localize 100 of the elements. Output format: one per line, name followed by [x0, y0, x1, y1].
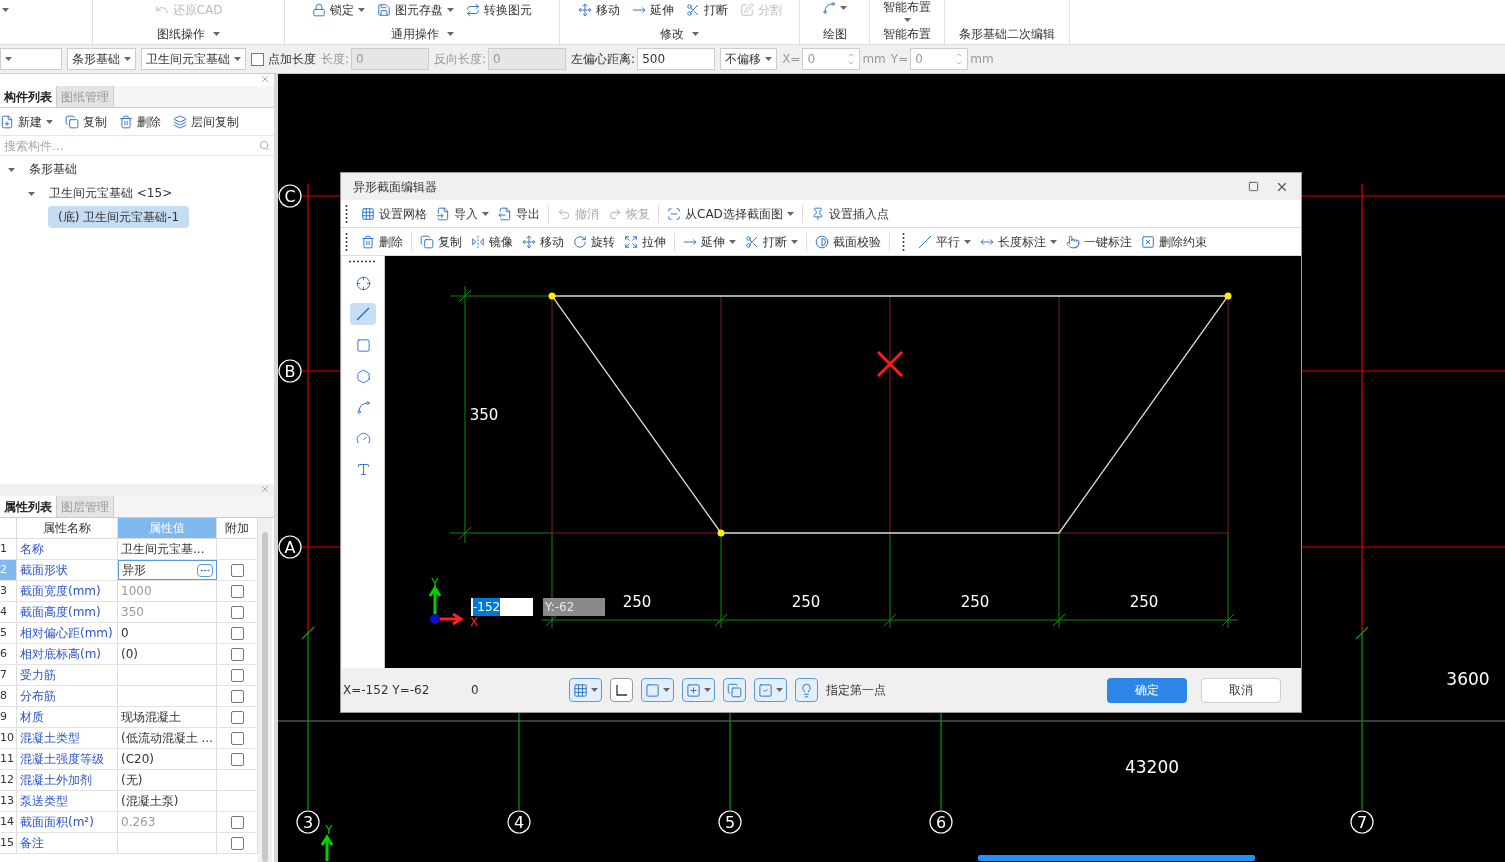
- toolbar-button[interactable]: 设置插入点: [810, 204, 889, 223]
- checkbox[interactable]: [251, 52, 264, 66]
- group-label[interactable]: 修改: [560, 25, 799, 43]
- group-label[interactable]: 条形基础二次编辑: [945, 25, 1069, 43]
- toolbar-button[interactable]: 延伸: [683, 232, 736, 251]
- ribbon-button[interactable]: 打断: [685, 1, 728, 19]
- tree-item[interactable]: 卫生间元宝基础 <15>: [39, 182, 183, 204]
- group-label[interactable]: 通用操作: [285, 25, 559, 43]
- property-value[interactable]: 异形: [118, 560, 217, 580]
- toolbar-button[interactable]: 导出: [498, 204, 540, 223]
- property-value[interactable]: 现场混凝土: [118, 707, 217, 727]
- property-value[interactable]: (无): [118, 770, 217, 790]
- toolbar-button[interactable]: 打断: [745, 232, 798, 251]
- dropdown-select[interactable]: 不偏移: [720, 48, 778, 70]
- checkbox[interactable]: [230, 689, 244, 703]
- property-value[interactable]: 0: [118, 623, 217, 643]
- dialog-button[interactable]: 取消: [1201, 677, 1281, 703]
- toolbar-button[interactable]: 拉伸: [624, 232, 666, 251]
- vertex-point[interactable]: [717, 529, 725, 537]
- panel-tab[interactable]: 属性列表: [0, 496, 57, 517]
- row-number: 14: [0, 812, 17, 832]
- expander-icon[interactable]: [8, 165, 15, 173]
- row-number: 6: [0, 644, 17, 664]
- property-value[interactable]: 卫生间元宝基...: [118, 539, 217, 559]
- checkbox[interactable]: [230, 731, 244, 745]
- ribbon-button[interactable]: 延伸: [631, 1, 674, 19]
- property-name: 混凝土外加剂: [17, 770, 118, 790]
- checkbox[interactable]: [230, 710, 244, 724]
- vertex-point[interactable]: [1224, 292, 1232, 300]
- toolbar-button[interactable]: 复制: [420, 232, 462, 251]
- expander-icon[interactable]: [28, 189, 35, 197]
- lock-icon: [312, 3, 326, 17]
- checkbox[interactable]: [230, 647, 244, 661]
- dropdown-select[interactable]: 卫生间元宝基础: [141, 48, 246, 70]
- checkbox[interactable]: [230, 668, 244, 682]
- x-coordinate-field[interactable]: -152: [471, 598, 533, 616]
- property-value[interactable]: (C20): [118, 749, 217, 769]
- toolbar-button[interactable]: 移动: [522, 232, 564, 251]
- toolbar-button[interactable]: 设置网格: [361, 204, 427, 223]
- dialog-button[interactable]: 确定: [1107, 677, 1187, 703]
- group-label[interactable]: 绘图: [800, 25, 869, 43]
- ribbon-button[interactable]: 智能布置: [883, 1, 931, 22]
- checkbox[interactable]: [230, 626, 244, 640]
- import-icon: [436, 206, 450, 221]
- toolbar-button[interactable]: 导入: [436, 204, 489, 223]
- ribbon-button[interactable]: 转换图元: [466, 1, 532, 19]
- toolbar-button[interactable]: 删除: [361, 232, 403, 251]
- input-field[interactable]: 500: [637, 48, 716, 70]
- property-value[interactable]: (0): [118, 644, 217, 664]
- checkbox[interactable]: [230, 836, 244, 850]
- toggle-button[interactable]: [795, 678, 818, 702]
- toolbar-button[interactable]: 层间复制: [173, 112, 239, 131]
- toggle-button[interactable]: [754, 678, 787, 702]
- ribbon-button[interactable]: 锁定: [312, 1, 365, 19]
- dimension-text: 250: [960, 593, 990, 611]
- toolbar-button[interactable]: 删除: [119, 112, 161, 131]
- toggle-button[interactable]: [610, 678, 633, 702]
- checkbox[interactable]: [230, 752, 244, 766]
- grip-icon[interactable]: [902, 232, 905, 251]
- property-value[interactable]: (低流动混凝土 ...: [118, 728, 217, 748]
- tree-item[interactable]: (底) 卫生间元宝基础-1: [48, 206, 190, 228]
- toggle-button[interactable]: [569, 678, 602, 702]
- grip-icon[interactable]: [345, 232, 348, 251]
- toggle-button[interactable]: [723, 678, 746, 702]
- tool-button[interactable]: [350, 303, 376, 325]
- ribbon-button[interactable]: 移动: [577, 1, 620, 19]
- scroll-thumb[interactable]: [262, 532, 268, 862]
- toggle-button[interactable]: [641, 678, 674, 702]
- toolbar-button[interactable]: 镜像: [471, 232, 513, 251]
- checkbox[interactable]: [230, 815, 244, 829]
- axis-label: 4: [513, 813, 525, 832]
- tree-item[interactable]: 条形基础: [19, 158, 87, 180]
- toolbar-button[interactable]: 复制: [65, 112, 107, 131]
- ribbon-button[interactable]: [822, 1, 847, 15]
- more-button[interactable]: [197, 563, 213, 577]
- toolbar-button[interactable]: 新建: [0, 112, 53, 131]
- toolbar-button[interactable]: 截面校验: [815, 232, 881, 251]
- toggle-button[interactable]: [682, 678, 715, 702]
- panel-tab[interactable]: 构件列表: [0, 86, 57, 107]
- toolbar-button[interactable]: 平行: [918, 232, 971, 251]
- grip-icon[interactable]: [349, 260, 377, 263]
- vertex-point[interactable]: [548, 292, 556, 300]
- dropdown-select[interactable]: 条形基础: [67, 48, 136, 70]
- property-value[interactable]: (混凝土泵): [118, 791, 217, 811]
- toolbar-button[interactable]: 从CAD选择截面图: [667, 204, 794, 223]
- toolbar-button[interactable]: 旋转: [573, 232, 615, 251]
- group-label[interactable]: 图纸操作: [93, 25, 284, 43]
- grip-icon[interactable]: [345, 204, 348, 223]
- plus-square-icon: [686, 682, 701, 698]
- maximize-icon[interactable]: [1248, 181, 1259, 192]
- toolbar-button[interactable]: 删除约束: [1141, 232, 1207, 251]
- checkbox[interactable]: [230, 563, 244, 577]
- toolbar-button[interactable]: 长度标注: [980, 232, 1057, 251]
- checkbox[interactable]: [230, 605, 244, 619]
- group-label[interactable]: 智能布置: [870, 25, 944, 43]
- checkbox[interactable]: [230, 584, 244, 598]
- ribbon-button[interactable]: 图元存盘: [377, 1, 454, 19]
- toolbar-button[interactable]: 一键标注: [1066, 232, 1132, 251]
- check-square-icon: [758, 682, 773, 698]
- property-name: 受力筋: [17, 665, 118, 685]
